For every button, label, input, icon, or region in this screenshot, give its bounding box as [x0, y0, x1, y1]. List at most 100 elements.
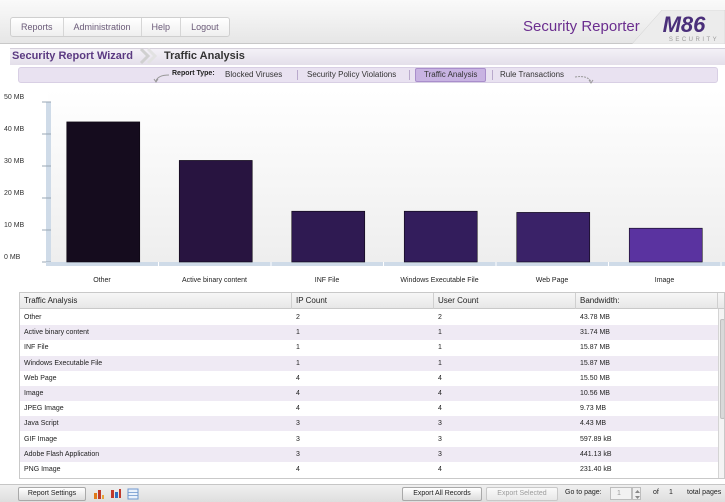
table-cell: 4: [438, 390, 442, 397]
table-cell: 3: [438, 420, 442, 428]
report-type-blocked-viruses[interactable]: Blocked Viruses: [224, 68, 283, 82]
separator: [409, 70, 410, 80]
category-label: Web Page: [535, 277, 569, 284]
table-cell: 1: [438, 329, 442, 337]
category-label: Windows Executable File: [400, 277, 479, 284]
table-cell: 4: [296, 405, 300, 413]
column-chart-icon[interactable]: [110, 488, 122, 500]
bar-3: [403, 210, 478, 263]
table-cell: 9.73 MB: [580, 405, 607, 413]
column-header-user-count[interactable]: User Count: [434, 293, 576, 309]
table-cell: PNG Image: [24, 466, 61, 473]
table-cell: 3: [296, 450, 300, 458]
table-cell: 1: [438, 344, 442, 352]
table-cell: 15.50 MB: [580, 374, 610, 382]
menu-administration[interactable]: Administration: [64, 18, 142, 36]
table-cell: 2: [296, 314, 300, 321]
table-cell: 3: [438, 435, 442, 443]
table-cell: 597.89 kB: [580, 435, 612, 443]
table-cell: Image: [24, 390, 44, 397]
table-cell: 10.56 MB: [580, 390, 610, 397]
bar-chart-icon[interactable]: [93, 488, 105, 500]
spinner-arrows-icon: [635, 490, 640, 499]
m86-logo: M86 SECURITY: [632, 10, 725, 44]
column-header-bandwidth[interactable]: Bandwidth:: [576, 293, 718, 309]
table-cell: 3: [296, 420, 300, 428]
of-label: of: [653, 489, 659, 496]
report-type-traffic-analysis[interactable]: Traffic Analysis: [415, 68, 487, 82]
bar-2: [291, 210, 366, 263]
table-scrollbar[interactable]: [718, 309, 724, 478]
category-label: Other: [93, 277, 111, 284]
separator: [297, 70, 298, 80]
table-row[interactable]: Adobe Flash Application 3 3 441.13 kB: [20, 446, 718, 462]
table-row[interactable]: PNG Image 4 4 231.40 kB: [20, 462, 718, 477]
category-label: Image: [654, 277, 675, 284]
table-cell: INF File: [24, 344, 49, 352]
column-header-traffic-analysis[interactable]: Traffic Analysis: [20, 293, 292, 309]
x-axis-line: [46, 262, 725, 266]
table-row[interactable]: GIF Image 3 3 597.89 kB: [20, 432, 718, 447]
table-cell: 231.40 kB: [580, 466, 612, 473]
logo-main-text: M86: [663, 12, 707, 37]
go-to-page-label: Go to page:: [565, 489, 602, 496]
y-axis-line: [46, 102, 51, 262]
table-cell: 4: [296, 466, 300, 473]
table-cell: Windows Executable File: [24, 359, 103, 367]
y-tick-label: 10 MB: [4, 222, 25, 229]
menu-help[interactable]: Help: [142, 18, 182, 36]
table-cell: 1: [296, 329, 300, 337]
logo-sub-text: SECURITY: [669, 37, 719, 43]
bar-4: [516, 212, 591, 263]
table-row[interactable]: Image 4 4 10.56 MB: [20, 386, 718, 401]
category-label: INF File: [314, 277, 340, 284]
table-row[interactable]: INF File 1 1 15.87 MB: [20, 340, 718, 355]
chart-svg: [42, 90, 725, 266]
scrollbar-thumb[interactable]: [720, 319, 724, 419]
report-type-label: Report Type:: [172, 70, 215, 77]
column-header-ip-count[interactable]: IP Count: [292, 293, 434, 309]
table-row[interactable]: Web Page 4 4 15.50 MB: [20, 371, 718, 386]
table-cell: 3: [296, 435, 300, 443]
menu-logout[interactable]: Logout: [181, 18, 229, 36]
table-cell: 4: [438, 466, 442, 473]
table-view-icon[interactable]: [127, 488, 139, 500]
y-tick-label: 0 MB: [4, 254, 21, 261]
y-tick-label: 50 MB: [4, 94, 25, 101]
menu-reports[interactable]: Reports: [11, 18, 64, 36]
curl-arrow-left-icon: [153, 74, 170, 83]
go-to-page-input[interactable]: [610, 487, 632, 500]
table-cell: Web Page: [24, 374, 57, 382]
report-type-security-policy-violations[interactable]: Security Policy Violations: [306, 68, 397, 82]
table-cell: 4.43 MB: [580, 420, 607, 428]
table-row[interactable]: Java Script 3 3 4.43 MB: [20, 416, 718, 432]
table-row[interactable]: Other 2 2 43.78 MB: [20, 310, 718, 325]
page-spinner[interactable]: [632, 487, 641, 500]
report-settings-button[interactable]: Report Settings: [18, 487, 86, 501]
curl-arrow-right-icon: [574, 76, 594, 84]
y-tick-label: 20 MB: [4, 190, 25, 197]
bar-0: [66, 121, 141, 263]
table-cell: 2: [438, 314, 442, 321]
export-all-records-button[interactable]: Export All Records: [402, 487, 482, 501]
export-selected-button[interactable]: Export Selected: [486, 487, 558, 501]
table-cell: 31.74 MB: [580, 329, 610, 337]
table-row[interactable]: Windows Executable File 1 1 15.87 MB: [20, 355, 718, 371]
table-cell: Java Script: [24, 420, 59, 428]
data-table: Traffic Analysis IP Count User Count Ban…: [19, 292, 725, 479]
table-cell: 15.87 MB: [580, 359, 610, 367]
table-cell: 3: [438, 450, 442, 458]
report-type-rule-transactions[interactable]: Rule Transactions: [499, 68, 565, 82]
traffic-chart: [0, 90, 725, 290]
table-row[interactable]: JPEG Image 4 4 9.73 MB: [20, 401, 718, 416]
total-pages-count: 1: [669, 489, 673, 496]
table-cell: Other: [24, 314, 42, 321]
table-cell: GIF Image: [24, 435, 58, 443]
table-cell: 4: [296, 374, 300, 382]
table-header: Traffic Analysis IP Count User Count Ban…: [20, 293, 724, 309]
breadcrumb-wizard[interactable]: Security Report Wizard: [12, 50, 133, 62]
y-tick-label: 40 MB: [4, 126, 25, 133]
table-row[interactable]: Active binary content 1 1 31.74 MB: [20, 325, 718, 341]
chart-background: [48, 90, 725, 262]
bar-5: [628, 227, 703, 263]
